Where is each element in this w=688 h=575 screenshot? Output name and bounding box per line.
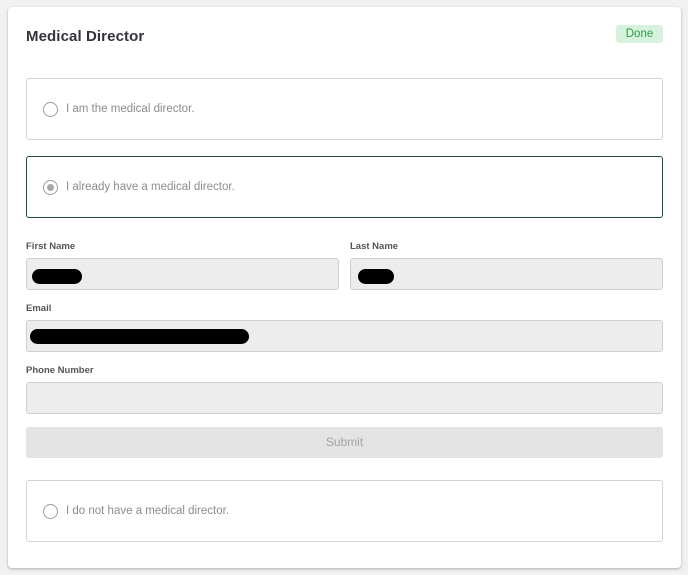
status-badge: Done xyxy=(616,25,663,43)
first-name-label: First Name xyxy=(26,241,76,252)
email-label: Email xyxy=(26,303,52,314)
radio-button-checked[interactable] xyxy=(43,180,58,195)
option-label: I am the medical director. xyxy=(66,103,195,115)
phone-number-label: Phone Number xyxy=(26,365,94,376)
last-name-input[interactable] xyxy=(350,258,663,290)
option-no-medical-director[interactable]: I do not have a medical director. xyxy=(26,480,663,542)
last-name-label: Last Name xyxy=(350,241,399,252)
medical-director-card: Medical Director Done I am the medical d… xyxy=(8,7,681,568)
card-title: Medical Director xyxy=(26,28,145,45)
radio-button-unchecked[interactable] xyxy=(43,102,58,117)
option-label: I already have a medical director. xyxy=(66,181,235,193)
radio-dot-icon xyxy=(47,184,54,191)
option-already-have-medical-director[interactable]: I already have a medical director. xyxy=(26,156,663,218)
redacted-last-name xyxy=(358,269,394,284)
radio-button-unchecked[interactable] xyxy=(43,504,58,519)
redacted-email xyxy=(30,329,249,344)
submit-button[interactable]: Submit xyxy=(26,427,663,458)
option-i-am-medical-director[interactable]: I am the medical director. xyxy=(26,78,663,140)
option-label: I do not have a medical director. xyxy=(66,505,230,517)
redacted-first-name xyxy=(32,269,82,284)
email-input[interactable] xyxy=(26,320,663,352)
first-name-input[interactable] xyxy=(26,258,339,290)
phone-number-input[interactable] xyxy=(26,382,663,414)
